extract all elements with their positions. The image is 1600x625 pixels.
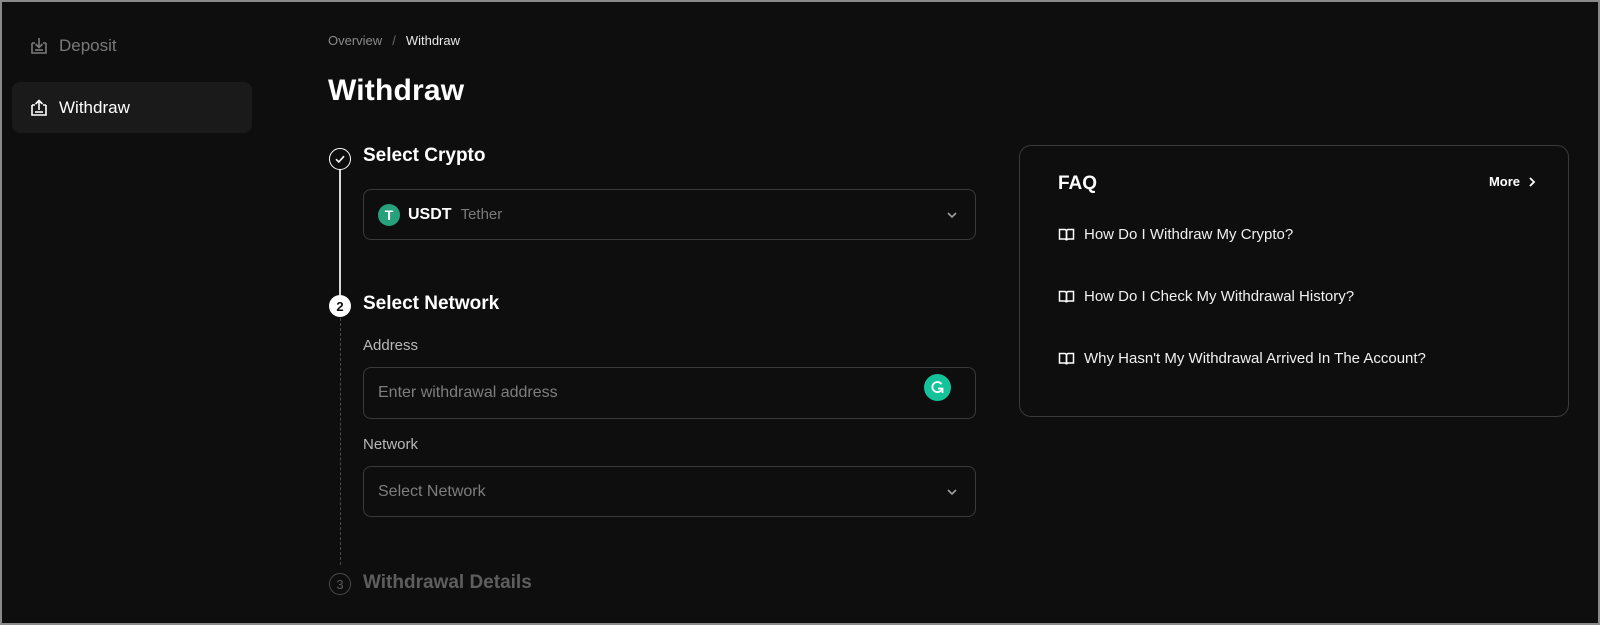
faq-more-label: More <box>1488 174 1520 189</box>
step-2-indicator: 2 <box>329 295 351 317</box>
step-1-complete-indicator <box>329 148 351 170</box>
faq-item[interactable]: How Do I Check My Withdrawal History? <box>1058 288 1354 305</box>
book-icon <box>1058 288 1075 305</box>
faq-item[interactable]: How Do I Withdraw My Crypto? <box>1058 226 1293 243</box>
faq-card: FAQ More How Do I Withdraw My Crypto? Ho… <box>1019 145 1569 417</box>
faq-item[interactable]: Why Hasn't My Withdrawal Arrived In The … <box>1058 350 1426 367</box>
app-frame: Deposit Withdraw Overview / Withdraw Wit… <box>0 0 1600 625</box>
step-1-title: Select Crypto <box>363 145 486 166</box>
network-label: Network <box>363 436 419 453</box>
address-input[interactable] <box>363 367 976 419</box>
page-title: Withdraw <box>328 74 465 107</box>
grammarly-icon[interactable] <box>924 374 951 401</box>
sidebar: Deposit Withdraw <box>12 20 252 133</box>
sidebar-item-withdraw[interactable]: Withdraw <box>12 82 252 133</box>
faq-title: FAQ <box>1058 173 1098 194</box>
breadcrumb-separator: / <box>392 33 396 48</box>
checkmark-icon <box>334 153 346 165</box>
coin-name: Tether <box>460 206 503 223</box>
book-icon <box>1058 350 1075 367</box>
network-select-placeholder: Select Network <box>378 482 486 500</box>
chevron-right-icon <box>1526 176 1538 188</box>
faq-item-label: Why Hasn't My Withdrawal Arrived In The … <box>1084 350 1426 367</box>
chevron-down-icon <box>945 208 959 222</box>
breadcrumb-current: Withdraw <box>405 33 460 48</box>
breadcrumb-overview-link[interactable]: Overview <box>328 33 382 48</box>
faq-more-link[interactable]: More <box>1489 174 1538 189</box>
sidebar-item-deposit[interactable]: Deposit <box>12 20 252 71</box>
book-icon <box>1058 226 1075 243</box>
step-3-indicator: 3 <box>329 573 351 595</box>
sidebar-item-label: Deposit <box>59 35 117 55</box>
faq-item-label: How Do I Check My Withdrawal History? <box>1084 288 1355 305</box>
breadcrumb: Overview / Withdraw <box>328 33 460 48</box>
step-connector-completed <box>339 169 341 295</box>
network-select[interactable]: Select Network <box>363 466 976 517</box>
deposit-icon <box>29 36 49 56</box>
step-connector-pending <box>340 318 341 565</box>
step-3-title: Withdrawal Details <box>363 572 532 593</box>
address-label: Address <box>363 337 419 354</box>
sidebar-item-label: Withdraw <box>59 97 130 117</box>
withdraw-icon <box>29 98 49 118</box>
tether-logo-icon: T <box>378 203 400 226</box>
coin-symbol: USDT <box>408 205 452 223</box>
chevron-down-icon <box>945 485 959 499</box>
faq-item-label: How Do I Withdraw My Crypto? <box>1084 226 1294 243</box>
step-2-title: Select Network <box>363 293 500 314</box>
crypto-select[interactable]: T USDT Tether <box>363 189 976 240</box>
